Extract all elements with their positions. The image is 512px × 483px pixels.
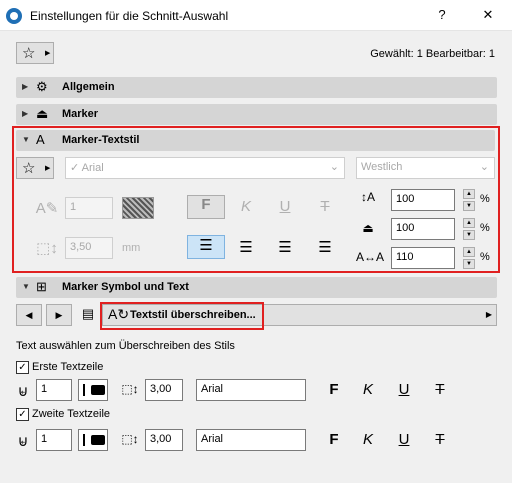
section-label: Marker Symbol und Text [62, 281, 189, 293]
width-factor-field[interactable]: 100 [391, 189, 455, 211]
size-unit: mm [122, 242, 141, 254]
first-line-bold-button[interactable]: F [324, 381, 344, 398]
pen-icon: ⊌ [17, 433, 29, 450]
pen-field[interactable]: 1 [65, 197, 113, 219]
section-label: Marker [62, 108, 99, 120]
previous-button[interactable]: ◀ [16, 304, 42, 326]
script-select[interactable]: Westlich ⌄ [356, 157, 495, 179]
triangle-left-icon: ◀ [25, 310, 33, 320]
slant-icon: ⏏ [362, 221, 374, 235]
star-icon: ☆ [22, 45, 36, 62]
section-marker-symbol-text[interactable]: ▼ ⊞ Marker Symbol und Text [16, 277, 497, 298]
textstil-favorites-button[interactable]: ☆ ▶ [16, 157, 54, 179]
chevron-down-icon: ⌄ [329, 161, 339, 173]
second-line-pen-field[interactable]: 1 [36, 429, 72, 451]
chevron-right-icon: ▶ [22, 82, 29, 91]
second-line-font-field[interactable]: Arial [196, 429, 306, 451]
section-marker-textstil[interactable]: ▼ A Marker-Textstil [16, 130, 495, 151]
strikethrough-button[interactable]: T [314, 198, 336, 215]
pen-icon: A✎ [35, 200, 59, 217]
size-field[interactable]: 3,50 [65, 237, 113, 259]
text-edit-icon[interactable]: ▤ [76, 306, 100, 322]
second-line-checkbox[interactable]: ✓ [16, 408, 29, 421]
help-button[interactable]: ? [432, 7, 452, 22]
chevron-down-icon: ▼ [22, 282, 30, 291]
first-line-italic-button[interactable]: K [358, 381, 378, 398]
star-icon: ☆ [22, 160, 36, 177]
percent-label: % [480, 222, 490, 234]
second-line-label: Zweite Textzeile [32, 408, 111, 420]
bold-button[interactable]: F [187, 195, 225, 219]
first-line-label: Erste Textzeile [32, 361, 104, 373]
override-button[interactable]: Textstil überschreiben... [130, 309, 256, 321]
chevron-right-icon: ▶ [22, 109, 29, 118]
close-button[interactable]: ✕ [478, 7, 498, 23]
section-allgemein[interactable]: ▶ ⚙ Allgemein [16, 77, 497, 98]
align-center-button[interactable]: ☰ [235, 238, 257, 256]
check-icon: ✓ [70, 162, 80, 174]
second-line-bold-button[interactable]: F [324, 431, 344, 448]
second-line-underline-button[interactable]: U [394, 431, 414, 448]
percent-label: % [480, 251, 490, 263]
general-settings-icon: ⚙ [36, 79, 48, 94]
triangle-right-icon: ▶ [485, 310, 492, 319]
first-line-pen-field[interactable]: 1 [36, 379, 72, 401]
second-line-strike-button[interactable]: T [430, 431, 450, 448]
align-right-button[interactable]: ☰ [274, 238, 296, 256]
text-style-override-icon: A↻ [108, 306, 130, 322]
pen-color-swatch[interactable] [122, 197, 154, 219]
next-button[interactable]: ▶ [46, 304, 72, 326]
override-hint: Text auswählen zum Überschreiben des Sti… [16, 340, 235, 352]
chevron-down-icon: ⌄ [479, 161, 489, 173]
first-line-underline-button[interactable]: U [394, 381, 414, 398]
text-size-icon: ⬚↕ [121, 382, 139, 396]
chevron-down-icon: ▼ [22, 135, 30, 144]
first-line-size-field[interactable]: 3,00 [145, 379, 183, 401]
check-icon: ✓ [18, 362, 27, 373]
font-select[interactable]: ✓ Arial ⌄ [65, 157, 345, 179]
slant-field[interactable]: 100 [391, 218, 455, 240]
slant-stepper[interactable]: ▲ ▼ [463, 218, 475, 240]
second-line-size-field[interactable]: 3,00 [145, 429, 183, 451]
second-line-color-button[interactable] [78, 429, 108, 451]
marker-icon: ⏏ [36, 106, 49, 121]
triangle-right-icon: ▶ [45, 165, 51, 172]
percent-label: % [480, 193, 490, 205]
first-line-strike-button[interactable]: T [430, 381, 450, 398]
width-factor-icon: ↕A [360, 190, 375, 204]
selection-status: Gewählt: 1 Bearbeitbar: 1 [370, 48, 495, 60]
app-icon [6, 8, 22, 24]
spacing-stepper[interactable]: ▲ ▼ [463, 247, 475, 269]
symbol-text-icon: ⊞ [36, 279, 47, 294]
align-left-button[interactable]: ☰ [187, 235, 225, 259]
favorites-button[interactable]: ☆ ▶ [16, 42, 54, 64]
triangle-right-icon: ▶ [55, 310, 63, 320]
script-value: Westlich [361, 161, 403, 173]
text-style-icon: A [36, 132, 45, 147]
second-line-italic-button[interactable]: K [358, 431, 378, 448]
section-marker[interactable]: ▶ ⏏ Marker [16, 104, 497, 125]
section-label: Marker-Textstil [62, 134, 140, 146]
align-justify-button[interactable]: ☰ [314, 238, 336, 256]
first-line-font-field[interactable]: Arial [196, 379, 306, 401]
text-size-icon: ⬚↕ [121, 432, 139, 446]
pen-icon: ⊌ [17, 383, 29, 400]
first-line-color-button[interactable] [78, 379, 108, 401]
width-factor-stepper[interactable]: ▲ ▼ [463, 189, 475, 211]
triangle-right-icon: ▶ [45, 50, 51, 57]
underline-button[interactable]: U [274, 198, 296, 215]
spacing-field[interactable]: 110 [391, 247, 455, 269]
font-value: Arial [81, 162, 104, 174]
first-line-checkbox[interactable]: ✓ [16, 361, 29, 374]
italic-button[interactable]: K [235, 198, 257, 215]
check-icon: ✓ [18, 409, 27, 420]
window-title: Einstellungen für die Schnitt-Auswahl [30, 9, 229, 23]
section-label: Allgemein [62, 81, 115, 93]
spacing-icon: A↔A [356, 250, 385, 264]
text-size-icon: ⬚↕ [36, 240, 58, 257]
